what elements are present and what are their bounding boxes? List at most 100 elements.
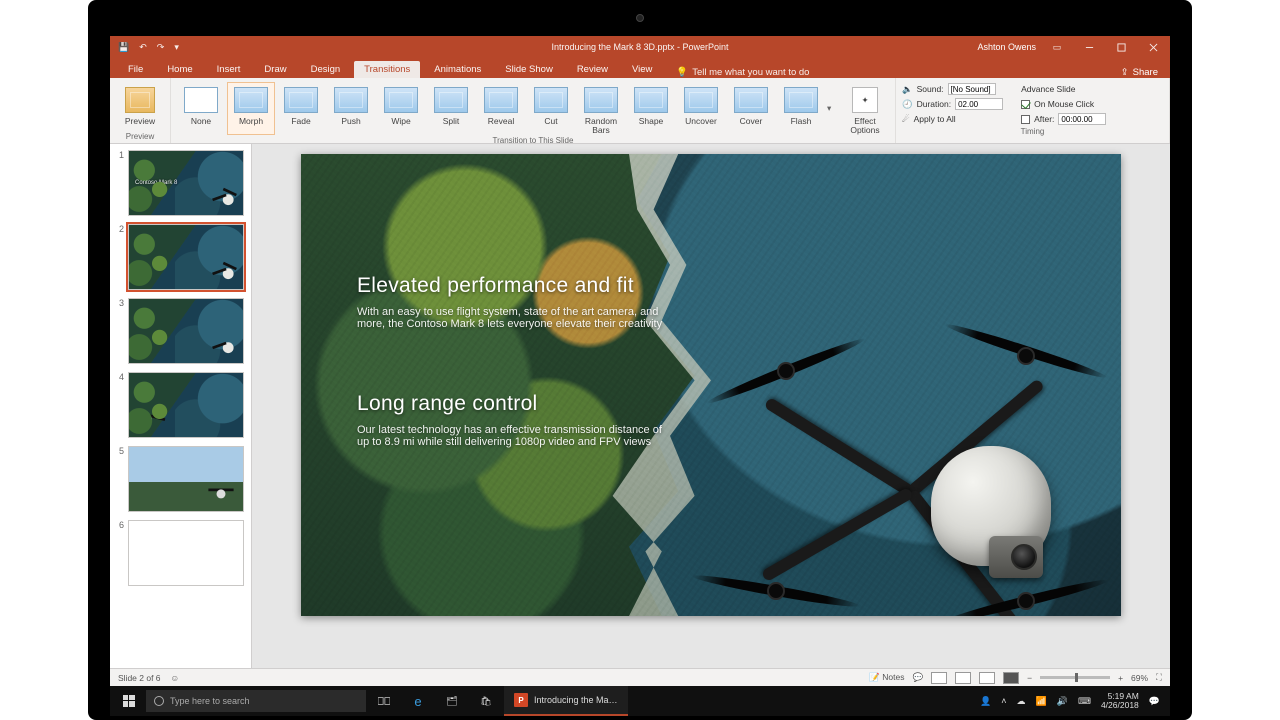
transition-cover[interactable]: Cover <box>727 82 775 135</box>
zoom-in-button[interactable]: + <box>1118 673 1123 683</box>
preview-button[interactable]: Preview <box>116 82 164 131</box>
ribbon-tabs: File Home Insert Draw Design Transitions… <box>110 58 1170 78</box>
tab-file[interactable]: File <box>118 61 153 78</box>
slide-body-1b[interactable]: more, the Contoso Mark 8 lets everyone e… <box>357 318 662 330</box>
slide-thumbnail-1[interactable]: Contoso Mark 8 <box>128 150 244 216</box>
transition-gallery-more[interactable]: ▾ <box>827 82 839 135</box>
notes-button[interactable]: 📝 Notes <box>869 672 904 683</box>
status-bar: Slide 2 of 6 ☺ 📝 Notes 💬 − + 69% ⛶ <box>110 668 1170 686</box>
transition-reveal[interactable]: Reveal <box>477 82 525 135</box>
slide-body-2a[interactable]: Our latest technology has an effective t… <box>357 424 662 436</box>
slideshow-view-button[interactable] <box>1003 672 1019 684</box>
transition-random-bars[interactable]: Random Bars <box>577 82 625 135</box>
slide-drone-graphic[interactable] <box>661 296 1121 616</box>
tab-animations[interactable]: Animations <box>424 61 491 78</box>
zoom-slider[interactable] <box>1040 676 1110 679</box>
speaker-icon: 🔈 <box>902 84 913 95</box>
slide-thumbnail-6[interactable] <box>128 520 244 586</box>
transition-push[interactable]: Push <box>327 82 375 135</box>
taskbar-edge-icon[interactable]: e <box>402 686 434 716</box>
tray-volume-icon[interactable]: 🔊 <box>1057 696 1068 707</box>
taskbar-file-explorer-icon[interactable]: 🗂 <box>436 686 468 716</box>
slide-body-2b[interactable]: up to 8.9 mi while still delivering 1080… <box>357 436 662 448</box>
workspace: 1 Contoso Mark 8 2 3 4 <box>110 144 1170 668</box>
tab-design[interactable]: Design <box>301 61 351 78</box>
transition-wipe[interactable]: Wipe <box>377 82 425 135</box>
action-center-icon[interactable]: 💬 <box>1149 696 1160 707</box>
after-checkbox[interactable] <box>1021 115 1030 124</box>
advance-slide-label: Advance Slide <box>1021 82 1106 96</box>
slide-thumbnail-3[interactable] <box>128 298 244 364</box>
tab-home[interactable]: Home <box>157 61 202 78</box>
window-minimize-icon[interactable] <box>1078 39 1100 55</box>
tray-onedrive-icon[interactable]: ☁ <box>1017 696 1026 707</box>
transition-uncover[interactable]: Uncover <box>677 82 725 135</box>
group-label-preview: Preview <box>116 131 164 141</box>
slide-sorter-view-button[interactable] <box>955 672 971 684</box>
transition-morph[interactable]: Morph <box>227 82 275 135</box>
tab-review[interactable]: Review <box>567 61 618 78</box>
tray-show-hidden-icon[interactable]: ˄ <box>1001 696 1006 706</box>
slide-counter: Slide 2 of 6 <box>118 673 161 683</box>
tab-slideshow[interactable]: Slide Show <box>495 61 563 78</box>
tray-keyboard-icon[interactable]: ⌨ <box>1078 696 1091 707</box>
tab-insert[interactable]: Insert <box>207 61 251 78</box>
transition-split[interactable]: Split <box>427 82 475 135</box>
taskbar-search[interactable]: Type here to search <box>146 690 366 712</box>
after-time-field[interactable] <box>1058 113 1106 125</box>
tray-network-icon[interactable]: 📶 <box>1036 696 1047 707</box>
on-mouse-click-checkbox[interactable] <box>1021 100 1030 109</box>
group-label-timing: Timing <box>902 126 1163 136</box>
share-icon: ⇪ <box>1121 67 1129 78</box>
app-titlebar: 💾 ↶ ↷ ▾ Introducing the Mark 8 3D.pptx -… <box>110 36 1170 58</box>
slide-thumbnail-4[interactable] <box>128 372 244 438</box>
transition-flash[interactable]: Flash <box>777 82 825 135</box>
slide-editor-area[interactable]: Elevated performance and fit With an eas… <box>252 144 1170 668</box>
taskbar-store-icon[interactable]: 🛍 <box>470 686 502 716</box>
qat-undo-icon[interactable]: ↶ <box>139 42 147 53</box>
effect-options-button[interactable]: ✦ Effect Options <box>841 82 889 135</box>
window-close-icon[interactable] <box>1142 39 1164 55</box>
taskbar-clock[interactable]: 5:19 AM 4/26/2018 <box>1101 692 1139 711</box>
reading-view-button[interactable] <box>979 672 995 684</box>
transition-fade[interactable]: Fade <box>277 82 325 135</box>
powerpoint-icon: P <box>514 693 528 707</box>
slide-heading-2[interactable]: Long range control <box>357 392 662 416</box>
qat-save-icon[interactable]: 💾 <box>118 42 129 53</box>
ribbon-display-options-icon[interactable]: ▭ <box>1046 39 1068 55</box>
qat-redo-icon[interactable]: ↷ <box>157 42 165 53</box>
window-maximize-icon[interactable] <box>1110 39 1132 55</box>
transition-cut[interactable]: Cut <box>527 82 575 135</box>
slide-body-1a[interactable]: With an easy to use flight system, state… <box>357 306 662 318</box>
slide-thumbnail-2[interactable] <box>128 224 244 290</box>
duration-field[interactable] <box>955 98 1003 110</box>
fit-to-window-button[interactable]: ⛶ <box>1156 672 1162 683</box>
zoom-level[interactable]: 69% <box>1131 673 1148 683</box>
tell-me-search[interactable]: 💡 Tell me what you want to do <box>676 67 809 78</box>
signed-in-user[interactable]: Ashton Owens <box>977 42 1036 52</box>
transition-shape[interactable]: Shape <box>627 82 675 135</box>
cortana-icon <box>154 696 164 706</box>
qat-more-icon[interactable]: ▾ <box>174 42 179 53</box>
transition-none[interactable]: None <box>177 82 225 135</box>
slide-thumbnail-5[interactable] <box>128 446 244 512</box>
tray-people-icon[interactable]: 👤 <box>980 696 991 707</box>
task-view-button[interactable] <box>368 686 400 716</box>
tab-transitions[interactable]: Transitions <box>354 61 420 78</box>
screen: 💾 ↶ ↷ ▾ Introducing the Mark 8 3D.pptx -… <box>110 36 1170 716</box>
share-button[interactable]: ⇪ Share <box>1121 67 1170 78</box>
taskbar-running-powerpoint[interactable]: P Introducing the Ma… <box>504 686 628 716</box>
sound-dropdown[interactable] <box>948 83 996 95</box>
comments-button[interactable]: 💬 <box>913 672 924 683</box>
slide-thumbnail-panel[interactable]: 1 Contoso Mark 8 2 3 4 <box>110 144 252 668</box>
slide-canvas[interactable]: Elevated performance and fit With an eas… <box>301 154 1121 616</box>
normal-view-button[interactable] <box>931 672 947 684</box>
start-button[interactable] <box>114 686 144 716</box>
accessibility-icon[interactable]: ☺ <box>171 673 180 683</box>
slide-heading-1[interactable]: Elevated performance and fit <box>357 274 662 298</box>
tab-draw[interactable]: Draw <box>254 61 296 78</box>
apply-to-all-button[interactable]: ☄Apply to All <box>902 112 1003 126</box>
ribbon: Preview Preview None Morph Fade Push Wip… <box>110 78 1170 144</box>
zoom-out-button[interactable]: − <box>1027 673 1032 683</box>
tab-view[interactable]: View <box>622 61 662 78</box>
